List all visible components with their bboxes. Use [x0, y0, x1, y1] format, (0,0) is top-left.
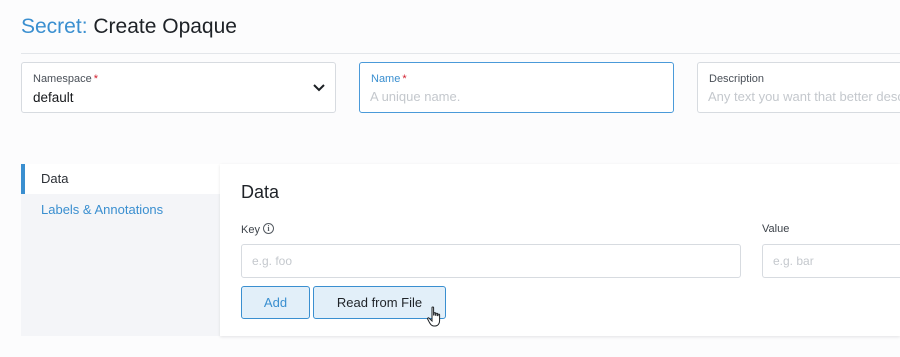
required-indicator: *: [93, 73, 98, 85]
tab-labels-label: Labels & Annotations: [41, 202, 164, 217]
description-input[interactable]: [708, 89, 900, 104]
tab-data-label: Data: [41, 171, 69, 186]
value-column-label: Value: [762, 223, 790, 235]
name-label: Name *: [371, 73, 407, 85]
data-section-title: Data: [241, 182, 280, 202]
required-indicator: *: [402, 73, 407, 85]
name-field[interactable]: Name *: [359, 62, 674, 113]
chevron-down-icon[interactable]: [312, 83, 326, 93]
create-secret-page: Secret: Create Opaque Namespace * default…: [0, 0, 900, 357]
description-label: Description: [709, 73, 765, 85]
active-tab-indicator: [21, 164, 25, 194]
add-button[interactable]: Add: [241, 286, 310, 319]
resource-type-label: Secret:: [21, 15, 88, 38]
info-icon[interactable]: i: [262, 223, 274, 234]
data-tab-content: Data Keyi Value Add Read from File: [220, 164, 900, 336]
namespace-label: Namespace *: [33, 73, 98, 85]
value-input[interactable]: [773, 254, 892, 268]
key-field[interactable]: [241, 244, 741, 278]
description-field[interactable]: Description: [697, 62, 900, 113]
key-input[interactable]: [252, 254, 730, 268]
page-title-text: Create Opaque: [93, 15, 237, 38]
tab-labels-annotations[interactable]: Labels & Annotations: [21, 195, 220, 225]
name-input[interactable]: [370, 89, 663, 104]
tab-data[interactable]: Data: [21, 164, 220, 194]
hand-pointer-icon: [427, 306, 441, 327]
namespace-value: default: [33, 90, 74, 105]
title-divider: [21, 53, 900, 54]
key-column-label: Key i: [241, 223, 274, 236]
value-field[interactable]: [762, 244, 900, 278]
namespace-select[interactable]: Namespace * default: [21, 62, 336, 113]
page-title: Secret: Create Opaque: [21, 14, 237, 40]
